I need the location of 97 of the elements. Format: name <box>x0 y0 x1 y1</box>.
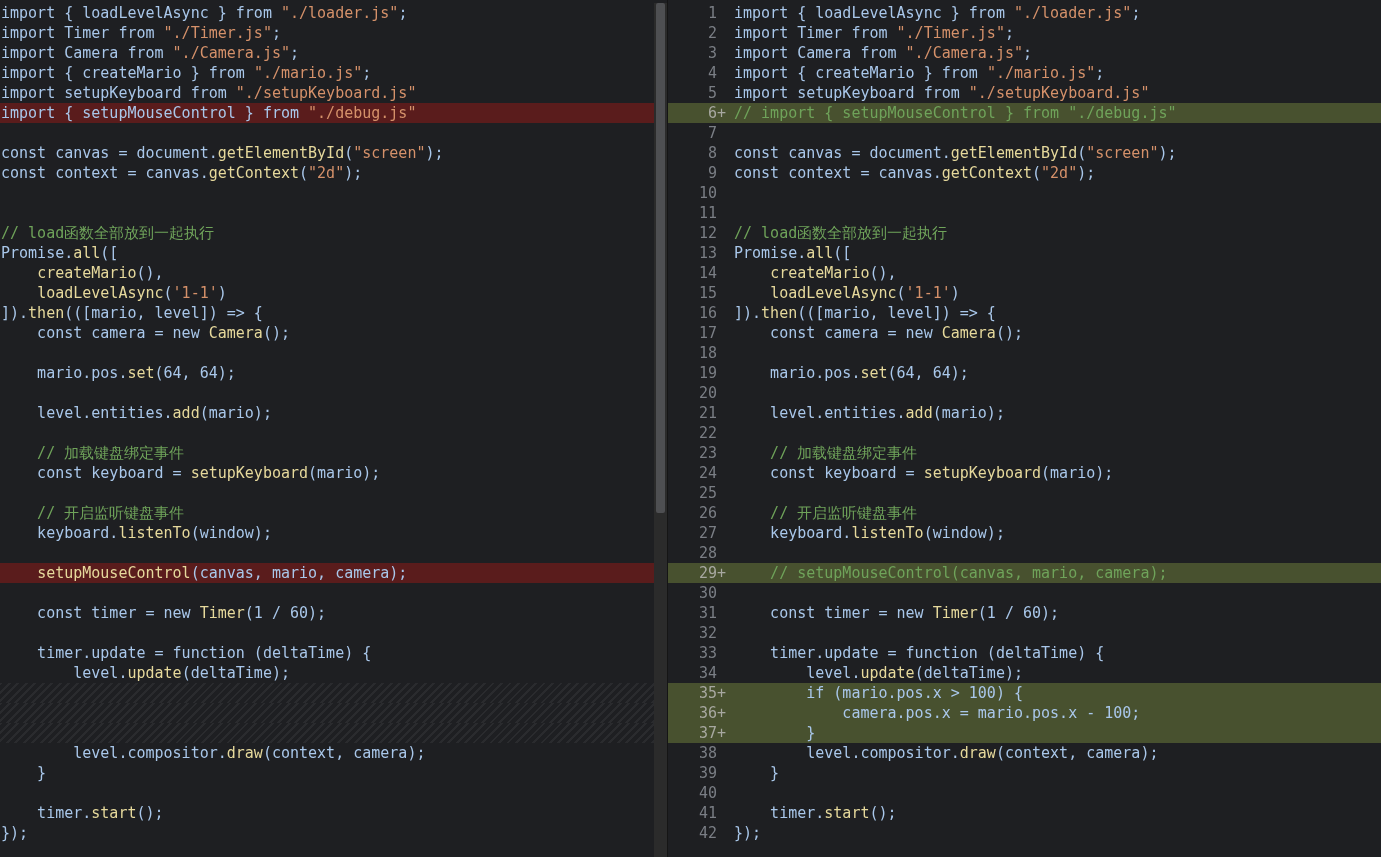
line-number: 2 <box>707 23 718 43</box>
line-number: 25 <box>698 483 718 503</box>
code-line: const timer = new Timer(1 / 60); <box>36 603 328 623</box>
code-line: import Timer from "./Timer.js"; <box>0 23 282 43</box>
code-line: const context = canvas.getContext("2d"); <box>0 163 364 183</box>
code-line: import { createMario } from "./mario.js"; <box>0 63 373 83</box>
code-line: mario.pos.set(64, 64); <box>769 363 970 383</box>
code-comment: // 加载键盘绑定事件 <box>769 443 919 463</box>
code-comment: // setupMouseControl(canvas, mario, camera); <box>734 563 1381 583</box>
line-number: 20 <box>698 383 718 403</box>
line-number: 4 <box>707 63 718 83</box>
line-number: 39 <box>698 763 718 783</box>
code-comment: // load函数全部放到一起执行 <box>734 223 949 243</box>
code-line: import { createMario } from "./mario.js"; <box>734 63 1106 83</box>
code-line: mario.pos.set(64, 64); <box>36 363 237 383</box>
line-number: 38 <box>698 743 718 763</box>
line-number: 17 <box>698 323 718 343</box>
code-comment: // load函数全部放到一起执行 <box>0 223 216 243</box>
line-number: 8 <box>707 143 718 163</box>
line-number: 37+ <box>698 723 726 743</box>
code-line: timer.update = function (deltaTime) { <box>769 643 1106 663</box>
line-number: 10 <box>698 183 718 203</box>
code-comment: // 加载键盘绑定事件 <box>36 443 186 463</box>
code-line: const canvas = document.getElementById("screen"); <box>734 143 1178 163</box>
line-number: 42 <box>698 823 718 843</box>
code-line: level.compositor.draw(context, camera); <box>805 743 1160 763</box>
code-line: }); <box>0 823 30 843</box>
line-number: 7 <box>707 123 718 143</box>
code-line: import { loadLevelAsync } from "./loader.js"; <box>734 3 1142 23</box>
line-number: 22 <box>698 423 718 443</box>
line-number: 26 <box>698 503 718 523</box>
line-number: 11 <box>698 203 718 223</box>
line-number: 18 <box>698 343 718 363</box>
code-line: timer.start(); <box>769 803 898 823</box>
code-line: createMario(), <box>769 263 898 283</box>
code-line: import { loadLevelAsync } from "./loader.js"; <box>0 3 409 23</box>
code-line: level.entities.add(mario); <box>36 403 273 423</box>
line-number: 33 <box>698 643 718 663</box>
line-number: 35+ <box>698 683 726 703</box>
line-number: 27 <box>698 523 718 543</box>
line-number: 15 <box>698 283 718 303</box>
line-number: 13 <box>698 243 718 263</box>
line-number: 1 <box>707 3 718 23</box>
line-number: 12 <box>698 223 718 243</box>
code-line: import Camera from "./Camera.js"; <box>0 43 301 63</box>
code-line: }); <box>734 823 763 843</box>
code-comment: // import { setupMouseControl } from "./debug.js" <box>734 103 1381 123</box>
line-number: 9 <box>707 163 718 183</box>
line-number: 3 <box>707 43 718 63</box>
code-line: keyboard.listenTo(window); <box>769 523 1006 543</box>
line-number: 28 <box>698 543 718 563</box>
code-line: Promise.all([ <box>0 243 120 263</box>
code-line: import Camera from "./Camera.js"; <box>734 43 1034 63</box>
code-line: } <box>36 763 48 783</box>
line-number: 21 <box>698 403 718 423</box>
code-line: ]).then(([mario, level]) => { <box>0 303 264 323</box>
scrollbar-thumb[interactable] <box>656 3 665 513</box>
code-line: keyboard.listenTo(window); <box>36 523 273 543</box>
code-line: loadLevelAsync('1-1') <box>36 283 228 303</box>
code-line: createMario(), <box>36 263 165 283</box>
code-line: level.update(deltaTime); <box>805 663 1024 683</box>
line-number: 5 <box>707 83 718 103</box>
code-line: ]).then(([mario, level]) => { <box>734 303 997 323</box>
code-line: const canvas = document.getElementById("screen"); <box>0 143 445 163</box>
line-number: 32 <box>698 623 718 643</box>
code-line: const camera = new Camera(); <box>36 323 291 343</box>
code-comment: // 开启监听键盘事件 <box>36 503 186 523</box>
line-number: 36+ <box>698 703 726 723</box>
code-line: const camera = new Camera(); <box>769 323 1024 343</box>
code-line: import Timer from "./Timer.js"; <box>734 23 1015 43</box>
code-line: import setupKeyboard from "./setupKeyboard.js" <box>0 83 418 103</box>
line-number: 24 <box>698 463 718 483</box>
line-number: 16 <box>698 303 718 323</box>
code-line: } <box>769 763 781 783</box>
code-line: timer.update = function (deltaTime) { <box>36 643 373 663</box>
line-number: 41 <box>698 803 718 823</box>
line-number: 40 <box>698 783 718 803</box>
line-number: 23 <box>698 443 718 463</box>
code-line: const keyboard = setupKeyboard(mario); <box>36 463 382 483</box>
code-line: level.entities.add(mario); <box>769 403 1006 423</box>
code-comment: // 开启监听键盘事件 <box>769 503 919 523</box>
line-number: 34 <box>698 663 718 683</box>
line-number: 30 <box>698 583 718 603</box>
code-line: import setupKeyboard from "./setupKeyboard.js" <box>734 83 1151 103</box>
line-number: 19 <box>698 363 718 383</box>
line-number: 29+ <box>698 563 726 583</box>
code-line: loadLevelAsync('1-1') <box>769 283 961 303</box>
code-line: timer.start(); <box>36 803 165 823</box>
code-line: const keyboard = setupKeyboard(mario); <box>769 463 1115 483</box>
code-line: const timer = new Timer(1 / 60); <box>769 603 1061 623</box>
line-number: 6+ <box>707 103 726 123</box>
code-line: level.compositor.draw(context, camera); <box>72 743 427 763</box>
code-line: level.update(deltaTime); <box>72 663 291 683</box>
line-number: 31 <box>698 603 718 623</box>
code-line: Promise.all([ <box>734 243 853 263</box>
code-line: const context = canvas.getContext("2d"); <box>734 163 1097 183</box>
line-number: 14 <box>698 263 718 283</box>
